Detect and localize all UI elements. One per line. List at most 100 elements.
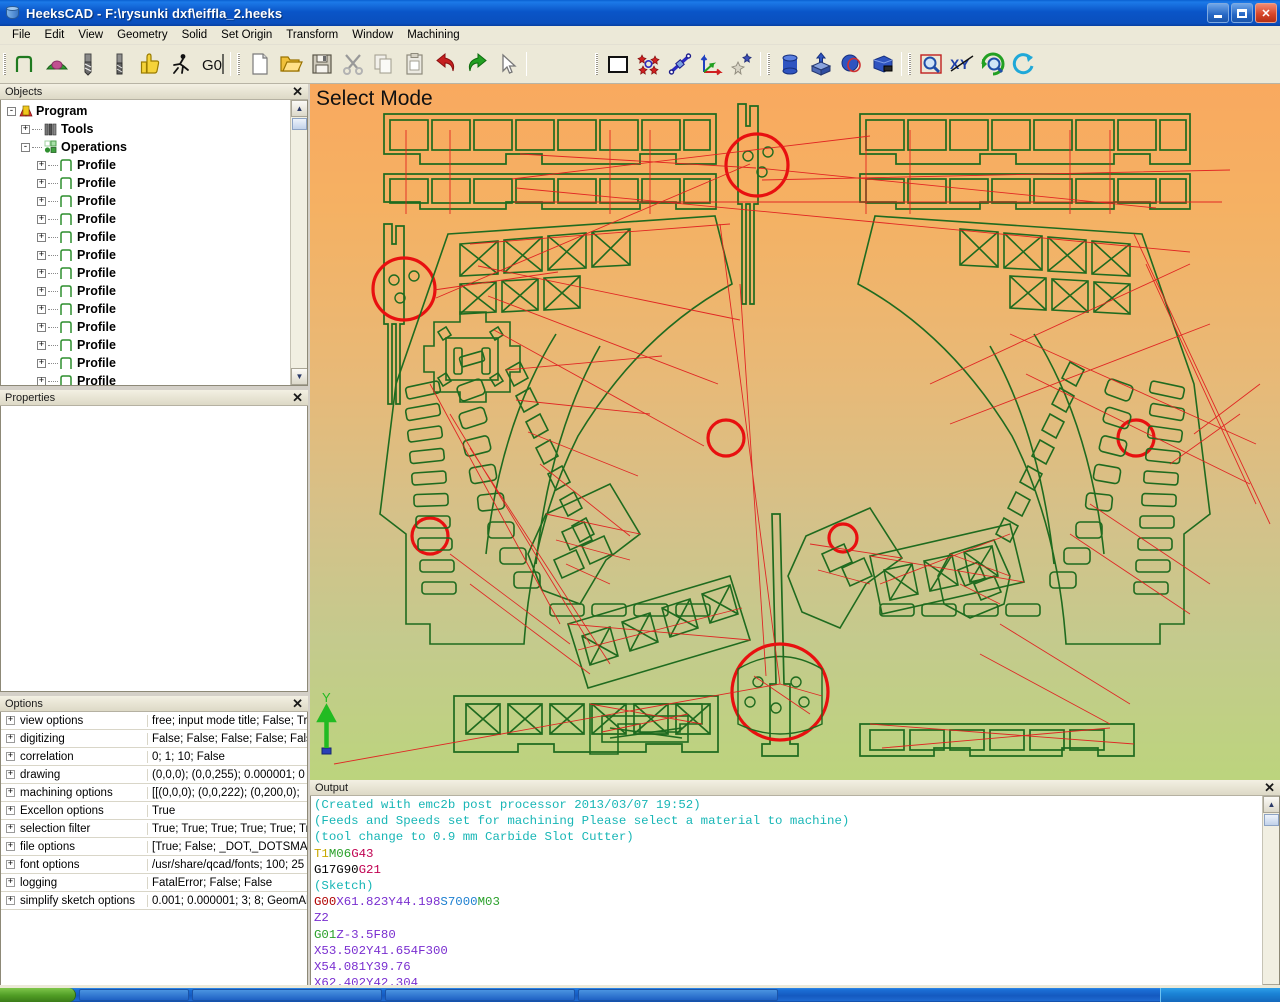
rotate-view-icon[interactable]: [1008, 49, 1039, 80]
cad-viewport[interactable]: Select Mode Y: [310, 84, 1280, 780]
menu-window[interactable]: Window: [345, 27, 400, 43]
options-row-value[interactable]: [True; False; _DOT,_DOTSMALL: [147, 840, 307, 853]
tree-toggle-plus[interactable]: +: [21, 124, 30, 134]
options-row-value[interactable]: [[(0,0,0); (0,0,222); (0,200,0);: [147, 786, 307, 799]
tree-toggle-minus[interactable]: -: [21, 142, 30, 152]
profile-operation-icon[interactable]: [10, 49, 41, 80]
rectangle-icon[interactable]: [602, 49, 633, 80]
tree-toggle-plus[interactable]: +: [37, 268, 46, 278]
scissors-cut-icon[interactable]: [337, 49, 368, 80]
objects-scrollbar[interactable]: ▲ ▼: [290, 100, 307, 385]
menu-machining[interactable]: Machining: [400, 27, 466, 43]
options-row[interactable]: + correlation 0; 1; 10; False: [1, 748, 307, 766]
options-row[interactable]: + font options/usr/share/qcad/fonts; 100;…: [1, 856, 307, 874]
tree-item-profile[interactable]: + Profile: [5, 300, 290, 318]
options-row[interactable]: + file options [True; False; _DOT,_DOTSMAL…: [1, 838, 307, 856]
tree-item-profile[interactable]: + Profile: [5, 156, 290, 174]
options-row[interactable]: + view options free; input mode title; Fal…: [1, 712, 307, 730]
tree-toggle-plus[interactable]: +: [37, 286, 46, 296]
output-scroll-up-button[interactable]: ▲: [1263, 796, 1279, 813]
tree-item-profile[interactable]: + Profile: [5, 336, 290, 354]
tree-toggle-plus[interactable]: +: [37, 250, 46, 260]
points-icon[interactable]: [633, 49, 664, 80]
properties-panel-close-icon[interactable]: ✕: [290, 391, 305, 404]
taskbar-item[interactable]: [385, 989, 575, 1001]
tree-toggle-plus[interactable]: +: [37, 376, 46, 385]
drill-bit-icon[interactable]: [72, 49, 103, 80]
menu-transform[interactable]: Transform: [279, 27, 345, 43]
options-expand-toggle[interactable]: +: [6, 824, 15, 833]
options-row-value[interactable]: True; True; True; True; True; Tr: [147, 822, 307, 835]
runner-icon[interactable]: [165, 49, 196, 80]
objects-scroll-down-button[interactable]: ▼: [291, 368, 307, 385]
output-scrollbar[interactable]: ▲ ▼: [1262, 796, 1279, 1001]
properties-panel-body[interactable]: [0, 406, 308, 692]
options-row-value[interactable]: /usr/share/qcad/fonts; 100; 25: [147, 858, 307, 871]
menu-set-origin[interactable]: Set Origin: [214, 27, 279, 43]
tree-item-profile[interactable]: + Profile: [5, 228, 290, 246]
menu-view[interactable]: View: [71, 27, 110, 43]
undo-arrow-icon[interactable]: [430, 49, 461, 80]
tree-item-program[interactable]: - Program: [5, 102, 290, 120]
cad-drawing[interactable]: Y: [310, 84, 1280, 780]
menu-solid[interactable]: Solid: [175, 27, 215, 43]
options-row[interactable]: + digitizing False; False; False; False; F…: [1, 730, 307, 748]
tree-toggle-plus[interactable]: +: [37, 178, 46, 188]
coordinate-system-icon[interactable]: [695, 49, 726, 80]
toolbar-grip[interactable]: [908, 53, 911, 75]
paste-clipboard-icon[interactable]: [399, 49, 430, 80]
tree-item-tools[interactable]: + Tools: [5, 120, 290, 138]
options-row[interactable]: + drawing (0,0,0); (0,0,255); 0.000001; 0: [1, 766, 307, 784]
output-panel-close-icon[interactable]: ✕: [1262, 781, 1277, 794]
start-button[interactable]: [0, 988, 76, 1002]
options-row[interactable]: + machining options [[(0,0,0); (0,0,222); …: [1, 784, 307, 802]
tree-item-profile[interactable]: + Profile: [5, 354, 290, 372]
tree-toggle-plus[interactable]: +: [37, 196, 46, 206]
toolbar-grip[interactable]: [595, 53, 598, 75]
options-row-value[interactable]: free; input mode title; False; Tru: [147, 714, 307, 727]
system-tray[interactable]: [1160, 988, 1280, 1002]
zoom-extents-icon[interactable]: [977, 49, 1008, 80]
taskbar-item[interactable]: [578, 989, 778, 1001]
toolbar-grip[interactable]: [3, 53, 6, 75]
toolbar-grip[interactable]: [767, 53, 770, 75]
open-folder-icon[interactable]: [275, 49, 306, 80]
options-row[interactable]: + simplify sketch options 0.001; 0.000001;…: [1, 892, 307, 910]
zoom-window-icon[interactable]: [915, 49, 946, 80]
close-button[interactable]: ✕: [1255, 3, 1277, 23]
xy-plane-icon[interactable]: X Y: [946, 49, 977, 80]
tree-item-profile[interactable]: + Profile: [5, 210, 290, 228]
options-grid[interactable]: + view options free; input mode title; Fal…: [0, 712, 308, 1002]
taskbar-item[interactable]: [79, 989, 189, 1001]
options-row-value[interactable]: True: [147, 804, 307, 817]
object-tree[interactable]: - Program + Tools - Operations + Profile + Profil…: [1, 100, 290, 385]
minimize-button[interactable]: [1207, 3, 1229, 23]
extrude-icon[interactable]: [805, 49, 836, 80]
options-row[interactable]: + selection filter True; True; True; True;…: [1, 820, 307, 838]
options-row[interactable]: + Excellon options True: [1, 802, 307, 820]
tree-toggle-plus[interactable]: +: [37, 358, 46, 368]
tree-item-profile[interactable]: + Profile: [5, 282, 290, 300]
sphere-cut-icon[interactable]: [836, 49, 867, 80]
options-row-value[interactable]: (0,0,0); (0,0,255); 0.000001; 0: [147, 768, 307, 781]
new-file-icon[interactable]: [244, 49, 275, 80]
objects-scroll-up-button[interactable]: ▲: [291, 100, 307, 117]
objects-panel-close-icon[interactable]: ✕: [290, 85, 305, 98]
toolbar-grip[interactable]: [237, 53, 240, 75]
maximize-button[interactable]: [1231, 3, 1253, 23]
options-expand-toggle[interactable]: +: [6, 860, 15, 869]
redo-arrow-icon[interactable]: [461, 49, 492, 80]
output-scroll-thumb[interactable]: [1264, 814, 1279, 826]
tree-item-operations[interactable]: - Operations: [5, 138, 290, 156]
tree-item-profile[interactable]: + Profile: [5, 372, 290, 385]
tree-toggle-minus[interactable]: -: [7, 106, 16, 116]
options-row-value[interactable]: 0.001; 0.000001; 3; 8; GeomAb: [147, 894, 307, 907]
options-panel-close-icon[interactable]: ✕: [290, 697, 305, 710]
menu-geometry[interactable]: Geometry: [110, 27, 175, 43]
tree-toggle-plus[interactable]: +: [37, 304, 46, 314]
copy-pages-icon[interactable]: [368, 49, 399, 80]
options-expand-toggle[interactable]: +: [6, 806, 15, 815]
options-expand-toggle[interactable]: +: [6, 842, 15, 851]
tree-item-profile[interactable]: + Profile: [5, 192, 290, 210]
objects-scroll-thumb[interactable]: [292, 118, 307, 130]
